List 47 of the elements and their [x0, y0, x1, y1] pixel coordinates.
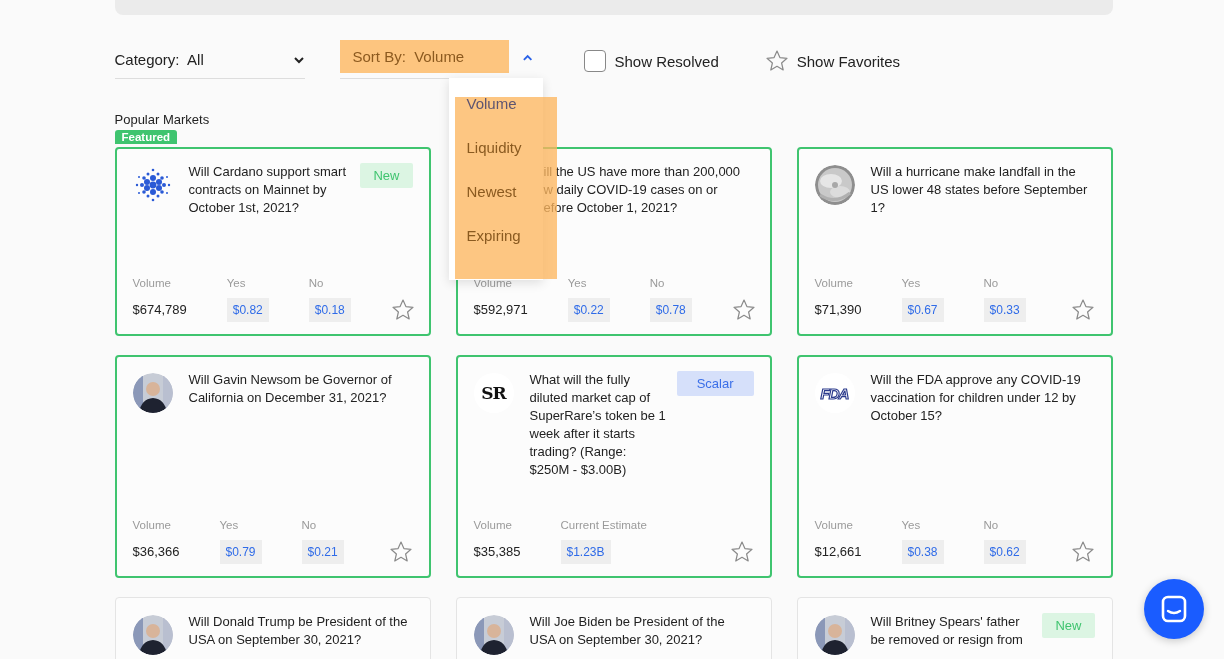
price-tag: $0.82: [226, 298, 269, 322]
stat-value: $674,789: [132, 301, 187, 319]
market-question: Will Donald Trump be President of the USA on September 30, 2021?: [188, 613, 409, 649]
stat-label: Yes: [901, 519, 921, 531]
price-tag: $0.33: [983, 298, 1026, 322]
price-tag: $0.79: [219, 540, 262, 564]
stat-label: Yes: [901, 277, 921, 289]
stat-label: Yes: [219, 519, 239, 531]
stat-label: Volume: [814, 519, 853, 531]
stat-label: Volume: [132, 277, 171, 289]
featured-tag: Featured: [114, 130, 178, 144]
stat-label: No: [301, 519, 317, 531]
price-tag: $0.78: [649, 298, 692, 322]
stat-label: Volume: [132, 519, 171, 531]
price-tag: $1.23B: [560, 540, 611, 564]
stat-value: $12,661: [814, 543, 862, 561]
market-question: Will a hurricane make landfall in the US lower 48 states before September 1?: [870, 163, 1089, 217]
stat-label: No: [649, 277, 665, 289]
market-question: Will Joe Biden be President of the USA on September 30, 2021?: [529, 613, 726, 649]
stat-value: $592,971: [473, 301, 528, 319]
market-question: Will Gavin Newsom be Governor of California on December 31, 2021?: [188, 371, 393, 407]
price-tag: $0.62: [983, 540, 1026, 564]
market-question: Will the FDA approve any COVID-19 vaccination for children under 12 by October 15?: [870, 371, 1082, 425]
market-question: Will Cardano support smart contracts on Mainnet by October 1st, 2021?: [188, 163, 347, 217]
stat-label: Current Estimate: [560, 519, 647, 531]
price-tag: $0.67: [901, 298, 944, 322]
stat-label: No: [983, 519, 999, 531]
stat-label: Volume: [814, 277, 853, 289]
stat-value: $35,385: [473, 543, 521, 561]
stat-label: Volume: [473, 277, 512, 289]
market-question: What will the fully diluted market cap of SuperRare’s token be 1 week after it starts trading? (Range: $250M - $3.00B): [529, 371, 667, 479]
stat-value: $71,390: [814, 301, 862, 319]
price-tag: $0.22: [567, 298, 610, 322]
market-question: Will Britney Spears' father be removed or resign from: [870, 613, 1024, 649]
type-badge: New: [360, 163, 413, 188]
price-tag: $0.38: [901, 540, 944, 564]
price-tag: $0.18: [308, 298, 351, 322]
section-title: Popular Markets: [114, 112, 211, 129]
type-badge: New: [1042, 613, 1095, 638]
stat-label: No: [983, 277, 999, 289]
stat-label: Volume: [473, 519, 512, 531]
stat-value: $36,366: [132, 543, 180, 561]
price-tag: $0.21: [301, 540, 344, 564]
stat-label: Yes: [567, 277, 587, 289]
stat-label: No: [308, 277, 324, 289]
type-badge: Scalar: [676, 371, 754, 396]
stat-label: Yes: [226, 277, 246, 289]
